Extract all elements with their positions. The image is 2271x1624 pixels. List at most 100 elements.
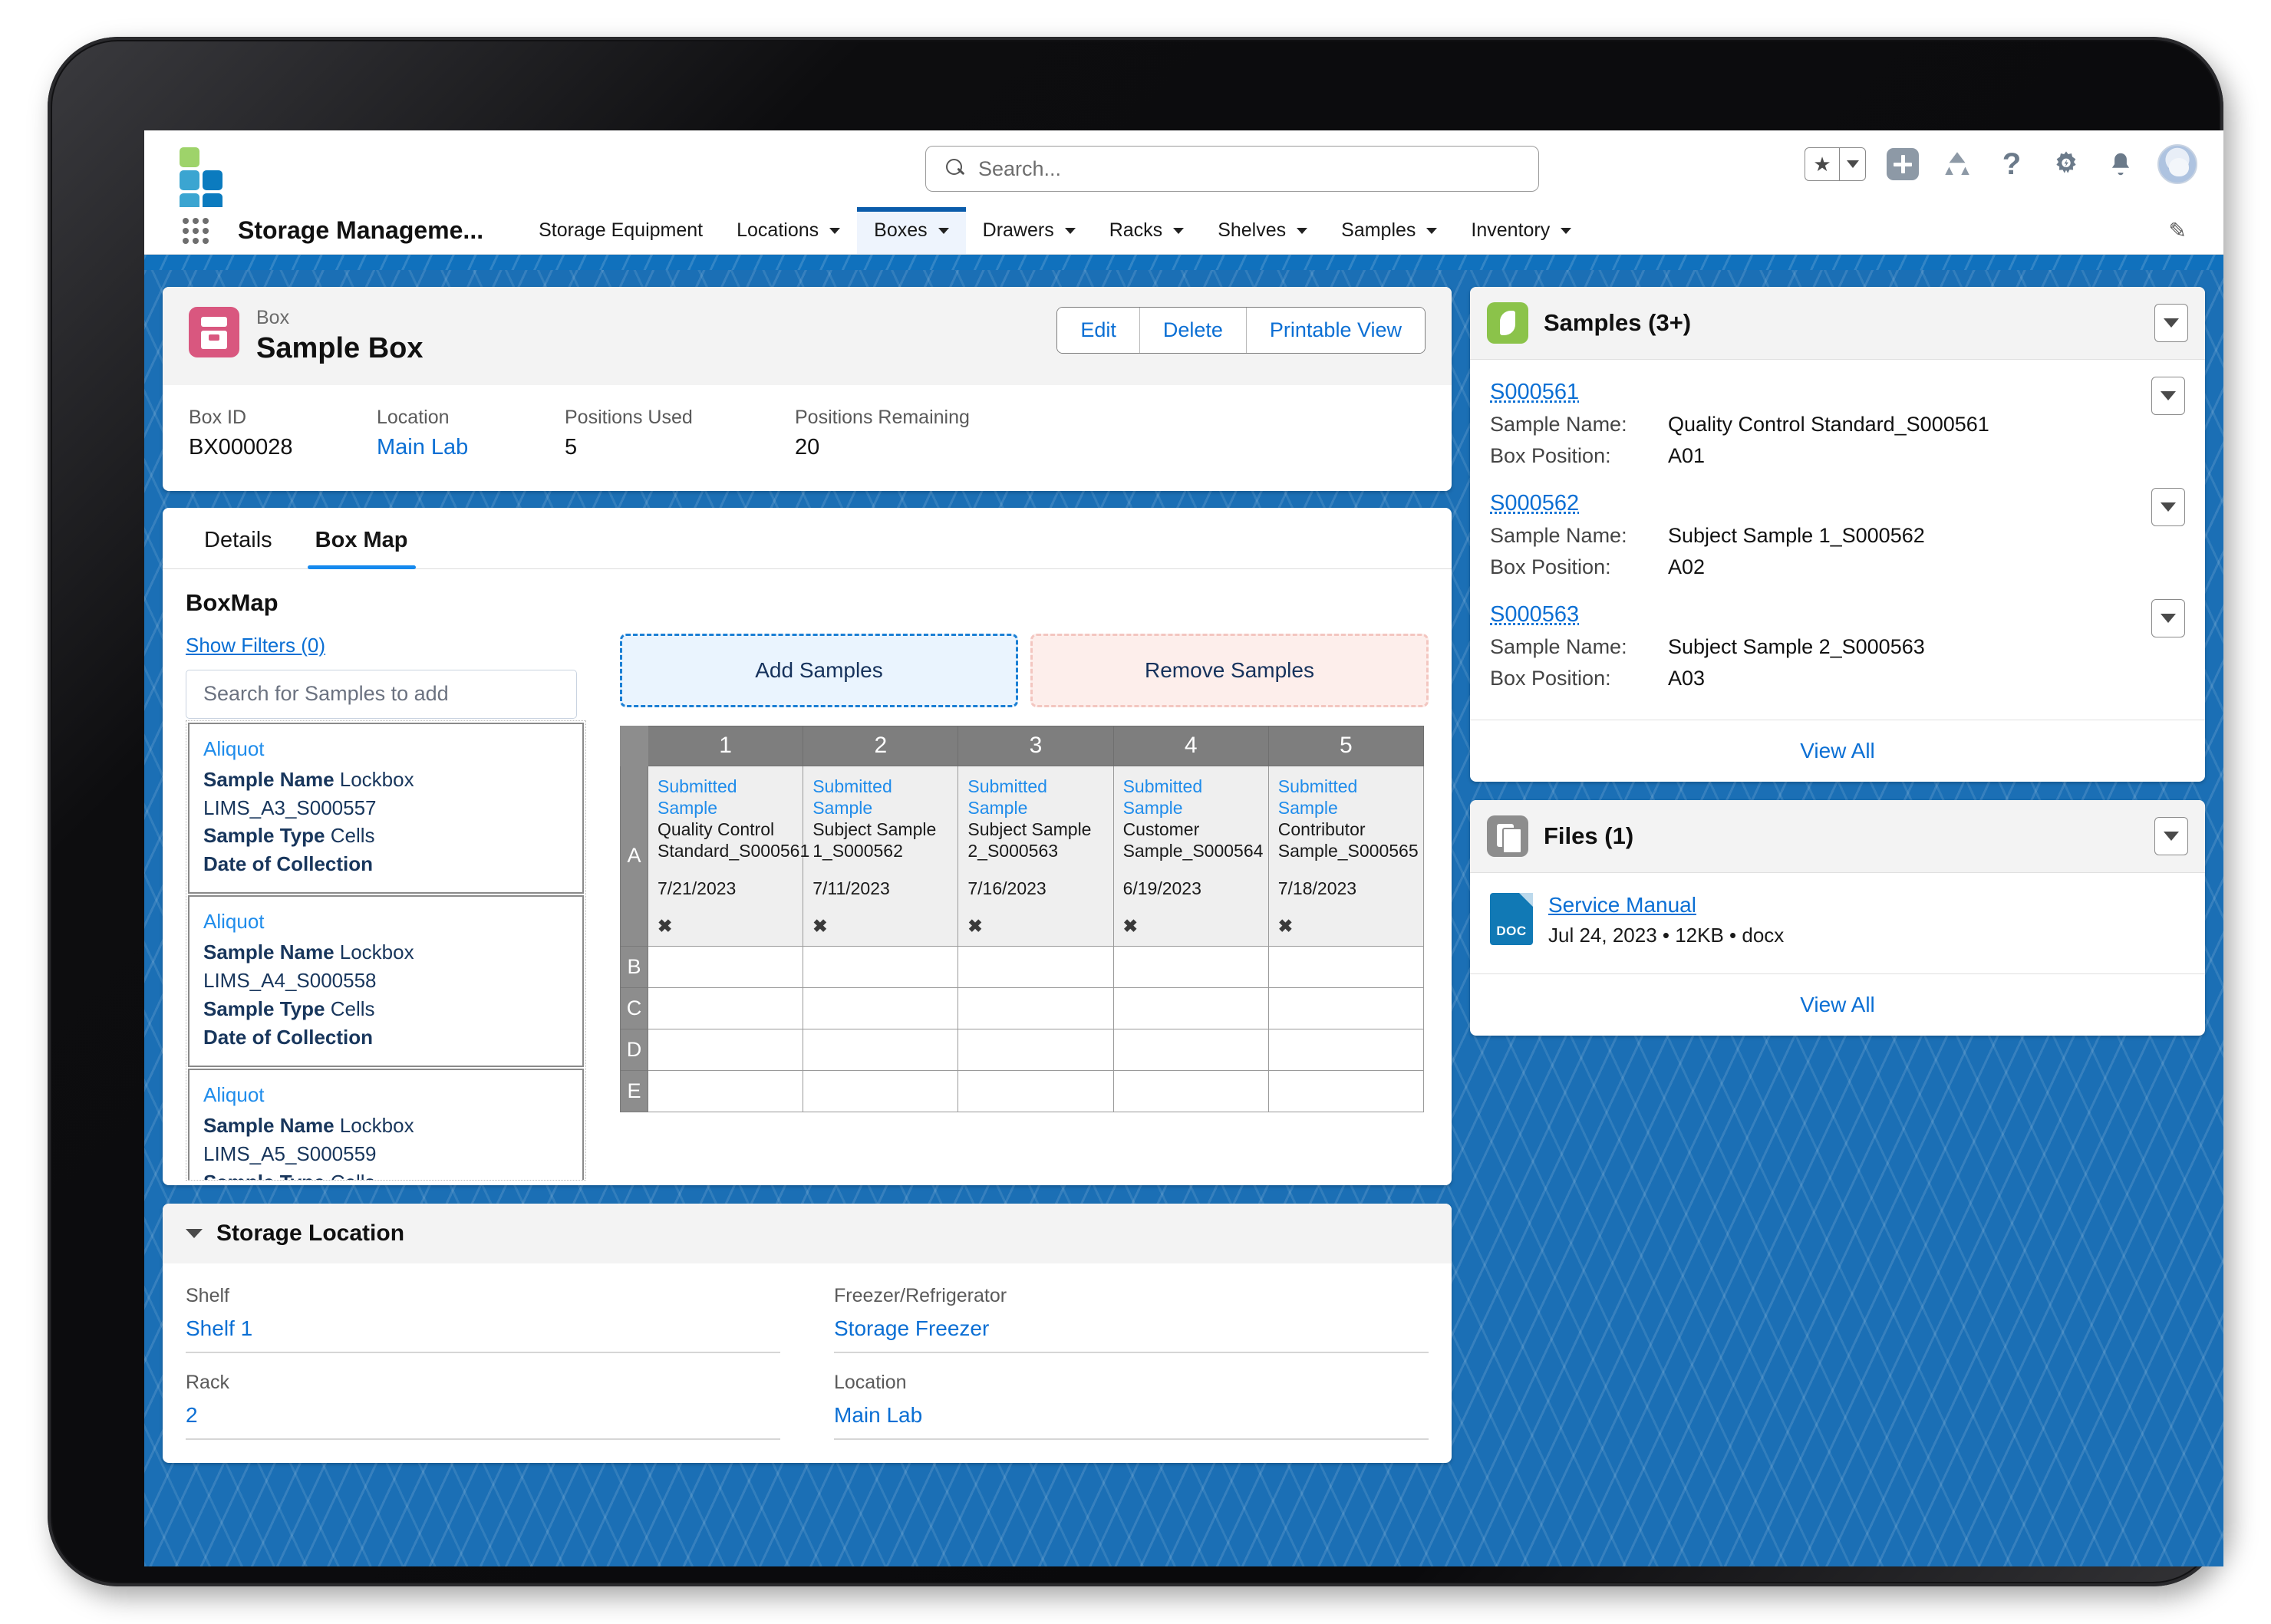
edit-button[interactable]: Edit xyxy=(1057,308,1139,353)
grid-cell-b5[interactable] xyxy=(1268,946,1423,987)
grid-cell-a1[interactable]: Submitted Sample Quality Control Standar… xyxy=(648,766,803,946)
tab-details[interactable]: Details xyxy=(183,508,294,568)
grid-cell-a3[interactable]: Submitted Sample Subject Sample 2_S00056… xyxy=(958,766,1113,946)
freezer-link[interactable]: Storage Freezer xyxy=(834,1316,989,1340)
printable-view-button[interactable]: Printable View xyxy=(1246,308,1425,353)
shelf-link[interactable]: Shelf 1 xyxy=(186,1316,252,1340)
help-icon[interactable]: ? xyxy=(1994,147,2029,182)
grid-cell-d5[interactable] xyxy=(1268,1029,1423,1070)
chevron-down-icon xyxy=(1065,228,1076,234)
storage-location-header[interactable]: Storage Location xyxy=(163,1204,1452,1263)
aliquot-results-list[interactable]: Aliquot Sample Name Lockbox LIMS_A3_S000… xyxy=(186,720,586,1181)
list-item: DOC Service Manual Jul 24, 2023 • 12KB •… xyxy=(1490,893,2185,967)
grid-cell-e4[interactable] xyxy=(1113,1070,1268,1112)
setup-gear-icon[interactable] xyxy=(2049,147,2084,182)
grid-cell-a2[interactable]: Submitted Sample Subject Sample 1_S00056… xyxy=(803,766,958,946)
cell-type-link[interactable]: Submitted Sample xyxy=(967,776,1105,819)
aliquot-type-value: Cells xyxy=(331,824,375,847)
list-item[interactable]: Aliquot Sample Name Lockbox LIMS_A3_S000… xyxy=(188,723,584,894)
grid-cell-a5[interactable]: Submitted Sample Contributor Sample_S000… xyxy=(1268,766,1423,946)
cell-remove-icon[interactable]: ✖ xyxy=(967,916,1105,937)
edit-page-pencil-icon[interactable]: ✎ xyxy=(2169,218,2187,243)
nav-item-boxes[interactable]: Boxes xyxy=(857,207,965,254)
nav-item-drawers[interactable]: Drawers xyxy=(966,207,1093,254)
rack-link[interactable]: 2 xyxy=(186,1403,198,1427)
aliquot-date-label: Date of Collection xyxy=(203,852,373,875)
cell-remove-icon[interactable]: ✖ xyxy=(658,916,795,937)
nav-item-storage-equipment[interactable]: Storage Equipment xyxy=(522,207,720,254)
add-samples-dropzone[interactable]: Add Samples xyxy=(620,634,1018,707)
samples-panel-header: Samples (3+) xyxy=(1470,287,2205,360)
global-search-input[interactable]: Search... xyxy=(925,146,1539,192)
nav-item-shelves[interactable]: Shelves xyxy=(1201,207,1324,254)
cell-type-link[interactable]: Submitted Sample xyxy=(1123,776,1261,819)
favorites-button-group[interactable]: ★ xyxy=(1805,147,1866,181)
global-actions-plus-icon[interactable] xyxy=(1885,147,1920,182)
favorites-star-icon[interactable]: ★ xyxy=(1805,148,1839,180)
nav-item-samples[interactable]: Samples xyxy=(1324,207,1454,254)
grid-cell-e3[interactable] xyxy=(958,1070,1113,1112)
location-link[interactable]: Main Lab xyxy=(834,1403,922,1427)
file-name-link[interactable]: Service Manual xyxy=(1548,893,1696,917)
table-row: B xyxy=(621,946,1424,987)
grid-cell-e5[interactable] xyxy=(1268,1070,1423,1112)
sample-search-input[interactable]: Search for Samples to add xyxy=(186,670,577,719)
sample-record-link[interactable]: S000562 xyxy=(1490,491,1579,516)
cell-remove-icon[interactable]: ✖ xyxy=(812,916,950,937)
favorites-chevron-down-icon[interactable] xyxy=(1839,148,1865,180)
tab-box-map[interactable]: Box Map xyxy=(294,508,430,568)
field-value: Subject Sample 1_S000562 xyxy=(1668,524,1925,548)
sample-row-menu-button[interactable] xyxy=(2151,488,2185,526)
files-panel-menu-button[interactable] xyxy=(2154,817,2188,855)
delete-button[interactable]: Delete xyxy=(1139,308,1246,353)
location-link[interactable]: Main Lab xyxy=(377,435,468,460)
field-positions-used: Positions Used 5 xyxy=(565,407,795,460)
files-view-all-link[interactable]: View All xyxy=(1470,973,2205,1036)
grid-cell-b3[interactable] xyxy=(958,946,1113,987)
aliquot-type-link[interactable]: Aliquot xyxy=(203,1081,569,1109)
record-highlights-card: Box Sample Box Edit Delete Printable Vie… xyxy=(163,287,1452,491)
notifications-bell-icon[interactable] xyxy=(2103,147,2138,182)
grid-cell-d1[interactable] xyxy=(648,1029,803,1070)
grid-cell-b4[interactable] xyxy=(1113,946,1268,987)
samples-view-all-link[interactable]: View All xyxy=(1470,720,2205,782)
nav-item-racks[interactable]: Racks xyxy=(1093,207,1201,254)
sample-row-menu-button[interactable] xyxy=(2151,377,2185,415)
table-row: C xyxy=(621,987,1424,1029)
cell-remove-icon[interactable]: ✖ xyxy=(1123,916,1261,937)
cell-type-link[interactable]: Submitted Sample xyxy=(1278,776,1416,819)
grid-cell-c3[interactable] xyxy=(958,987,1113,1029)
grid-cell-c5[interactable] xyxy=(1268,987,1423,1029)
grid-cell-d4[interactable] xyxy=(1113,1029,1268,1070)
grid-cell-e1[interactable] xyxy=(648,1070,803,1112)
trailhead-icon[interactable] xyxy=(1940,147,1975,182)
grid-cell-e2[interactable] xyxy=(803,1070,958,1112)
cell-remove-icon[interactable]: ✖ xyxy=(1278,916,1416,937)
grid-cell-d3[interactable] xyxy=(958,1029,1113,1070)
global-search-placeholder: Search... xyxy=(978,157,1061,181)
nav-item-inventory[interactable]: Inventory xyxy=(1454,207,1588,254)
sample-record-link[interactable]: S000561 xyxy=(1490,380,1579,404)
grid-cell-c2[interactable] xyxy=(803,987,958,1029)
grid-cell-b1[interactable] xyxy=(648,946,803,987)
cell-type-link[interactable]: Submitted Sample xyxy=(812,776,950,819)
cell-type-link[interactable]: Submitted Sample xyxy=(658,776,795,819)
show-filters-link[interactable]: Show Filters (0) xyxy=(186,634,325,657)
grid-cell-b2[interactable] xyxy=(803,946,958,987)
sample-record-link[interactable]: S000563 xyxy=(1490,602,1579,627)
nav-item-locations[interactable]: Locations xyxy=(720,207,857,254)
list-item[interactable]: Aliquot Sample Name Lockbox LIMS_A5_S000… xyxy=(188,1069,584,1181)
aliquot-type-link[interactable]: Aliquot xyxy=(203,908,569,936)
remove-samples-dropzone[interactable]: Remove Samples xyxy=(1030,634,1429,707)
user-avatar[interactable] xyxy=(2157,144,2197,184)
grid-cell-c1[interactable] xyxy=(648,987,803,1029)
samples-related-list: Samples (3+) S000561 Sample Name:Quality… xyxy=(1470,287,2205,782)
grid-cell-c4[interactable] xyxy=(1113,987,1268,1029)
grid-cell-d2[interactable] xyxy=(803,1029,958,1070)
app-launcher-icon[interactable] xyxy=(183,218,209,244)
sample-row-menu-button[interactable] xyxy=(2151,599,2185,637)
list-item[interactable]: Aliquot Sample Name Lockbox LIMS_A4_S000… xyxy=(188,895,584,1067)
aliquot-type-link[interactable]: Aliquot xyxy=(203,735,569,763)
samples-panel-menu-button[interactable] xyxy=(2154,304,2188,342)
grid-cell-a4[interactable]: Submitted Sample Customer Sample_S000564… xyxy=(1113,766,1268,946)
